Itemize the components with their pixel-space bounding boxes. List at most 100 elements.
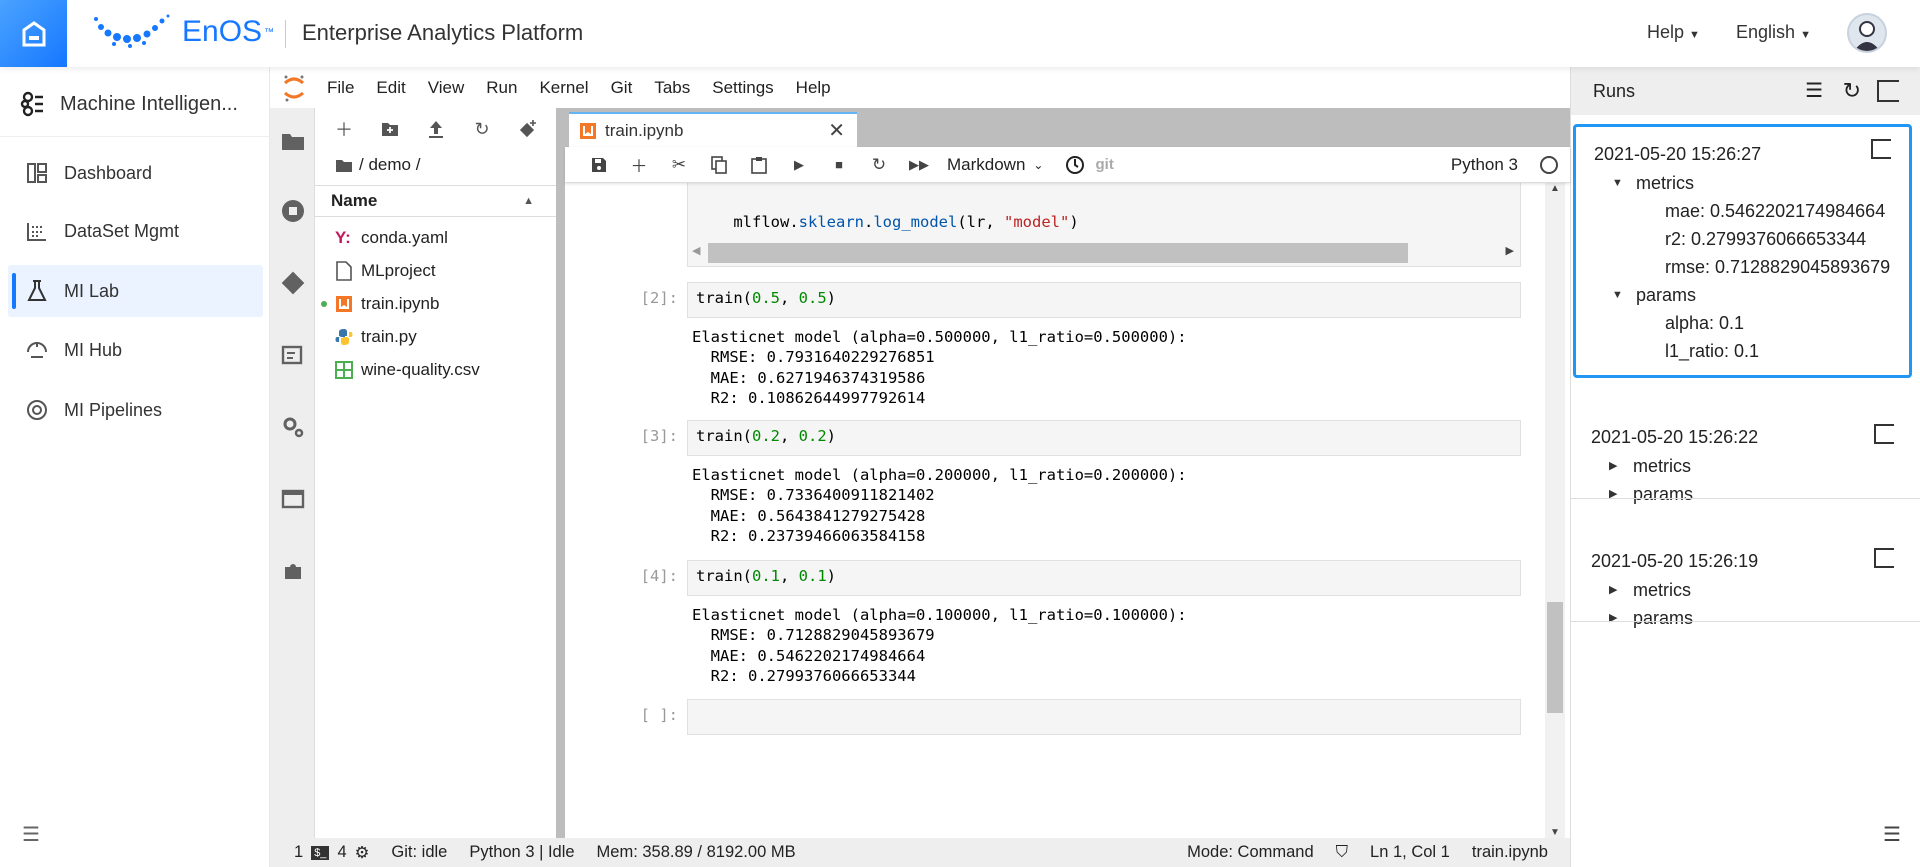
git-clone-button[interactable]: [515, 116, 541, 142]
restart-run-all-button[interactable]: ▶▶: [899, 150, 939, 180]
cut-button[interactable]: ✂: [659, 150, 699, 180]
inspect-run-icon[interactable]: [1874, 424, 1894, 444]
copy-icon: [711, 155, 727, 174]
folder-icon: [336, 159, 352, 172]
menu-tabs[interactable]: Tabs: [643, 78, 701, 98]
horizontal-scrollbar[interactable]: [708, 243, 1408, 263]
menu-view[interactable]: View: [417, 78, 476, 98]
scroll-down-icon[interactable]: ▼: [1550, 827, 1560, 838]
new-folder-button[interactable]: [377, 116, 403, 142]
upload-button[interactable]: [423, 116, 449, 142]
code-cell-input[interactable]: mlflow.sklearn.log_model(lr, "model") ◀ …: [687, 183, 1521, 267]
file-name: wine-quality.csv: [361, 360, 480, 379]
help-menu[interactable]: Help ▼: [1647, 22, 1700, 43]
kernel-name[interactable]: Python 3: [1451, 155, 1518, 175]
cell-type-select[interactable]: Markdown ⌄: [947, 155, 1043, 175]
metrics-node[interactable]: ▶ metrics: [1573, 452, 1912, 480]
hub-icon: [26, 339, 48, 361]
run-item[interactable]: 2021-05-20 15:26:22 ▶ metrics ▶ params: [1573, 410, 1912, 518]
code-cell-input[interactable]: train(0.1, 0.1): [687, 560, 1521, 596]
property-inspector-icon[interactable]: [280, 342, 306, 368]
new-launcher-button[interactable]: ＋: [331, 116, 357, 142]
running-icon[interactable]: [280, 198, 306, 224]
run-item[interactable]: 2021-05-20 15:26:27 ▼ metrics mae: 0.54622…: [1573, 124, 1912, 378]
metrics-node[interactable]: ▶ metrics: [1573, 576, 1912, 604]
params-node[interactable]: ▶ params: [1573, 604, 1912, 632]
home-button[interactable]: [0, 0, 67, 67]
empty-code-cell[interactable]: [687, 699, 1521, 735]
collapse-sidebar-icon[interactable]: ☰: [22, 822, 40, 847]
inspect-icon[interactable]: [1877, 80, 1899, 102]
code-cell-input[interactable]: train(0.5, 0.5): [687, 282, 1521, 318]
breadcrumb[interactable]: / demo /: [335, 155, 420, 175]
menu-settings[interactable]: Settings: [701, 78, 784, 98]
file-item[interactable]: train.py: [315, 321, 556, 353]
terminals-status[interactable]: 1 $_ 4 ⚙: [294, 843, 369, 863]
scroll-left-icon[interactable]: ◀: [692, 244, 700, 257]
extensions-icon[interactable]: [280, 558, 306, 584]
stop-button[interactable]: ■: [819, 150, 859, 180]
history-button[interactable]: [1055, 150, 1095, 180]
output-line: MAE: 0.6271946374319586: [692, 368, 926, 387]
git-status[interactable]: Git: idle: [391, 843, 447, 862]
caret-down-icon: ▼: [1612, 177, 1623, 189]
sort-icon[interactable]: ☰: [1805, 67, 1823, 115]
language-menu[interactable]: English ▼: [1736, 22, 1811, 43]
tab-train-ipynb[interactable]: train.ipynb ✕: [569, 112, 857, 147]
params-node[interactable]: ▼ params: [1576, 281, 1909, 309]
menu-run[interactable]: Run: [475, 78, 528, 98]
sidebar-item-mi-hub[interactable]: MI Hub: [8, 324, 263, 376]
menu-kernel[interactable]: Kernel: [528, 78, 599, 98]
run-item[interactable]: 2021-05-20 15:26:19 ▶ metrics ▶ params: [1573, 534, 1912, 642]
sidebar-item-mi-pipelines[interactable]: MI Pipelines: [8, 384, 263, 436]
menu-file[interactable]: File: [316, 78, 365, 98]
close-icon[interactable]: ✕: [828, 118, 845, 143]
git-diff-button[interactable]: git: [1095, 156, 1113, 173]
sort-ascending-icon: ▲: [523, 195, 534, 207]
run-button[interactable]: ▶: [779, 150, 819, 180]
menu-git[interactable]: Git: [600, 78, 644, 98]
folder-icon[interactable]: [280, 128, 306, 154]
scroll-up-icon[interactable]: ▲: [1550, 183, 1560, 194]
inspect-run-icon[interactable]: [1874, 548, 1894, 568]
kernel-status[interactable]: Python 3 | Idle: [469, 843, 574, 862]
cell-type-value: Markdown: [947, 154, 1026, 174]
paste-button[interactable]: [739, 150, 779, 180]
settings-gears-icon[interactable]: [280, 414, 306, 440]
trust-icon[interactable]: ⛉: [1336, 843, 1348, 862]
refresh-icon[interactable]: ↻: [1843, 67, 1861, 115]
menu-help[interactable]: Help: [785, 78, 842, 98]
menu-edit[interactable]: Edit: [365, 78, 416, 98]
inspect-run-icon[interactable]: [1871, 139, 1891, 159]
notebook-scrollbar[interactable]: ▲ ▼: [1545, 183, 1565, 838]
restart-button[interactable]: ↻: [859, 150, 899, 180]
params-node[interactable]: ▶ params: [1573, 480, 1912, 508]
cursor-position[interactable]: Ln 1, Col 1: [1370, 843, 1450, 862]
file-item[interactable]: train.ipynb: [315, 288, 556, 320]
file-item[interactable]: Y: conda.yaml: [315, 222, 556, 254]
scroll-right-icon[interactable]: ▶: [1506, 244, 1514, 257]
runs-title: Runs: [1593, 81, 1636, 101]
scrollbar-thumb[interactable]: [1547, 602, 1563, 713]
sidebar-item-label: MI Hub: [64, 339, 123, 360]
jupyter-menubar: File Edit View Run Kernel Git Tabs Setti…: [270, 67, 1570, 108]
sidebar-item-dataset-mgmt[interactable]: DataSet Mgmt: [8, 205, 263, 257]
git-icon[interactable]: [280, 270, 306, 296]
code-cell-input[interactable]: train(0.2, 0.2): [687, 420, 1521, 456]
copy-button[interactable]: [699, 150, 739, 180]
insert-cell-button[interactable]: ＋: [619, 150, 659, 180]
collapse-panel-icon[interactable]: ☰: [1883, 822, 1901, 847]
panel-splitter[interactable]: [556, 108, 565, 838]
save-button[interactable]: [579, 150, 619, 180]
metrics-node[interactable]: ▼ metrics: [1576, 169, 1909, 197]
refresh-button[interactable]: ↻: [469, 116, 495, 142]
sidebar-item-label: MI Pipelines: [64, 399, 163, 420]
avatar[interactable]: [1847, 13, 1887, 53]
sidebar-item-mi-lab[interactable]: MI Lab: [8, 265, 263, 317]
top-header: EnOS ™ Enterprise Analytics Platform Help…: [0, 0, 1920, 67]
file-item[interactable]: MLproject: [315, 255, 556, 287]
tabs-icon[interactable]: [280, 486, 306, 512]
name-column-header[interactable]: Name ▲: [315, 185, 556, 217]
file-item[interactable]: wine-quality.csv: [315, 354, 556, 386]
sidebar-item-dashboard[interactable]: Dashboard: [8, 147, 263, 199]
